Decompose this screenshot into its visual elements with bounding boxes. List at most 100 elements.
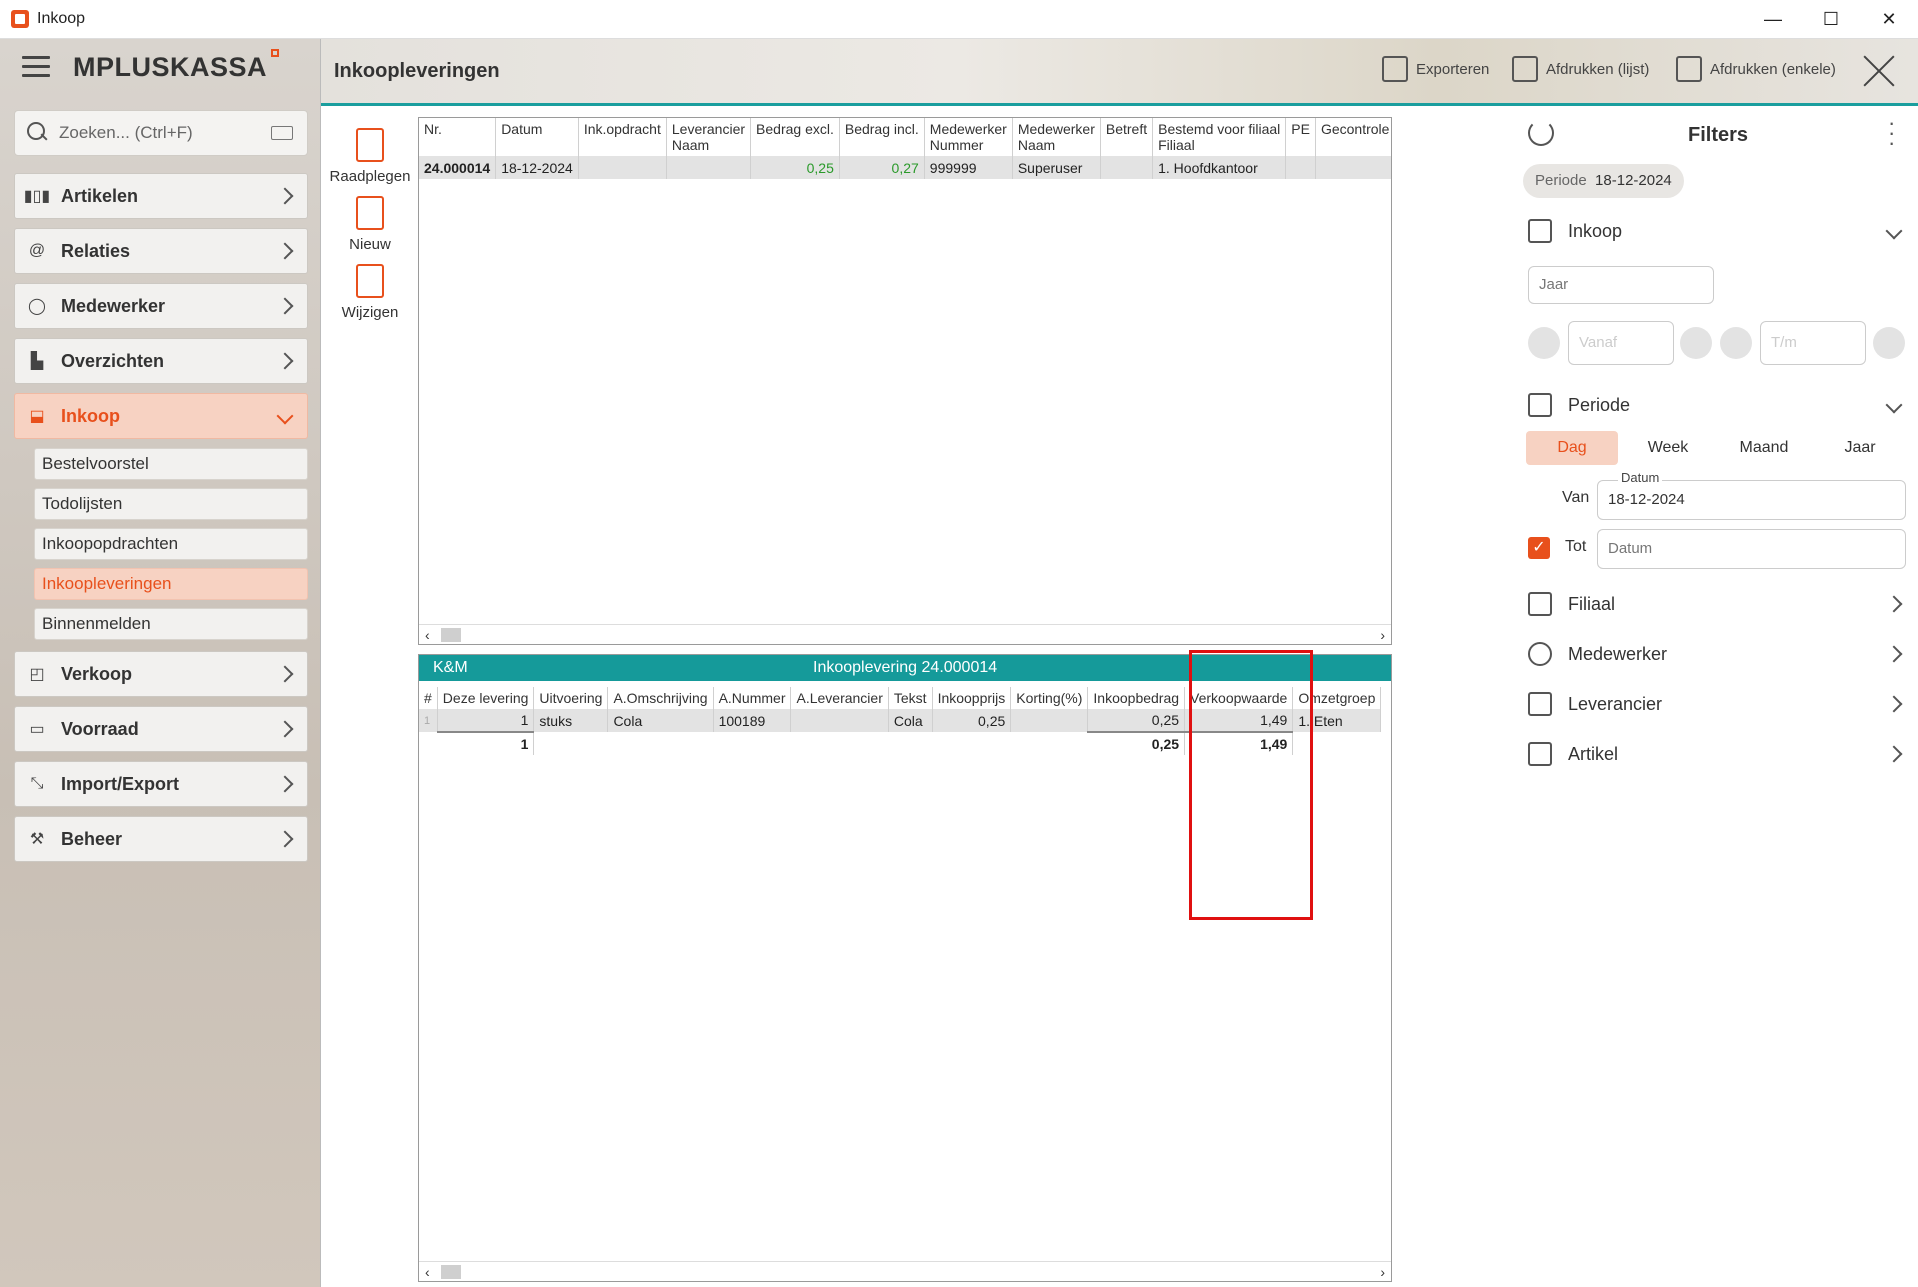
col-datum[interactable]: Datum [495, 118, 579, 156]
export-button[interactable]: Exporteren [1382, 56, 1489, 82]
col-inkopdracht[interactable]: Ink.opdracht [578, 118, 667, 156]
nav-inkoop[interactable]: ⬓ Inkoop [14, 393, 308, 439]
nav-overzichten[interactable]: ▙ Overzichten [14, 338, 308, 384]
decrement-from-button[interactable] [1528, 327, 1560, 359]
segment-maand[interactable]: Maand [1718, 431, 1810, 465]
col-inkoopprijs[interactable]: Inkoopprijs [932, 687, 1012, 709]
filter-inkoop[interactable]: Inkoop [1528, 219, 1906, 243]
segment-week[interactable]: Week [1622, 431, 1714, 465]
nav-beheer[interactable]: ⚒ Beheer [14, 816, 308, 862]
document-add-icon [356, 196, 384, 230]
scroll-thumb[interactable] [441, 628, 461, 642]
document-icon [356, 128, 384, 162]
van-label: Van [1562, 489, 1590, 506]
segment-jaar[interactable]: Jaar [1814, 431, 1906, 465]
calendar-icon [1528, 393, 1552, 417]
increment-from-button[interactable] [1680, 327, 1712, 359]
col-leverancier[interactable]: Leverancier Naam [666, 118, 752, 156]
year-input[interactable]: Jaar [1528, 266, 1714, 304]
subnav-binnenmelden[interactable]: Binnenmelden [34, 608, 308, 640]
col-index[interactable]: # [419, 687, 438, 709]
print-list-button[interactable]: Afdrukken (lijst) [1512, 56, 1649, 82]
new-button[interactable]: Nieuw [326, 196, 414, 253]
col-tekst[interactable]: Tekst [888, 687, 933, 709]
scroll-left-icon[interactable]: ‹ [425, 1264, 430, 1280]
archive-icon: ▭ [29, 721, 45, 738]
deliveries-grid: Nr. Datum Ink.opdracht Leverancier Naam B… [418, 117, 1392, 645]
col-uitvoering[interactable]: Uitvoering [533, 687, 609, 709]
filter-leverancier[interactable]: Leverancier [1528, 692, 1906, 716]
nav-artikelen[interactable]: ▮▯▮ Artikelen [14, 173, 308, 219]
horizontal-scrollbar[interactable]: ‹ › [419, 624, 1391, 644]
scroll-right-icon[interactable]: › [1380, 627, 1385, 643]
van-date-input[interactable]: 18-12-2024 [1597, 480, 1906, 520]
more-options-icon[interactable]: · · · [1888, 112, 1895, 154]
scroll-right-icon[interactable]: › [1380, 1264, 1385, 1280]
edit-button[interactable]: Wijzigen [326, 264, 414, 321]
user-icon: ◯ [28, 298, 46, 315]
inbox-icon: ⬓ [29, 408, 45, 425]
nav-relaties[interactable]: @ Relaties [14, 228, 308, 274]
chevron-right-icon [1885, 645, 1903, 663]
filter-filiaal[interactable]: Filiaal [1528, 592, 1906, 616]
nav-verkoop[interactable]: ◰ Verkoop [14, 651, 308, 697]
user-icon [1528, 642, 1552, 666]
export-icon [1382, 56, 1408, 82]
chevron-right-icon [276, 830, 294, 848]
col-medewerker-naam[interactable]: Medewerker Naam [1012, 118, 1101, 156]
col-bedrag-excl[interactable]: Bedrag excl. [750, 118, 840, 156]
nav-voorraad[interactable]: ▭ Voorraad [14, 706, 308, 752]
horizontal-scrollbar[interactable]: ‹ › [419, 1261, 1391, 1281]
logo: MPLUSKASSA [73, 49, 280, 83]
table-row[interactable]: 24.000014 18-12-2024 0,25 0,27 999999 Su… [419, 156, 1391, 179]
chevron-right-icon [276, 187, 294, 205]
col-gecontrole[interactable]: Gecontrole [1315, 118, 1391, 156]
tot-checkbox[interactable]: ✓ [1528, 537, 1550, 559]
minimize-button[interactable]: — [1744, 0, 1802, 39]
from-input[interactable]: Vanaf [1568, 321, 1674, 365]
filter-artikel[interactable]: Artikel [1528, 742, 1906, 766]
keyboard-icon[interactable] [271, 126, 293, 140]
close-page-icon[interactable] [1862, 54, 1896, 88]
subnav-inkoopopdrachten[interactable]: Inkoopopdrachten [34, 528, 308, 560]
search-input[interactable]: Zoeken... (Ctrl+F) [59, 123, 271, 143]
col-korting[interactable]: Korting(%) [1010, 687, 1089, 709]
col-bestemd[interactable]: Bestemd voor filiaal Filiaal [1152, 118, 1287, 156]
period-chip[interactable]: Periode 18-12-2024 [1523, 164, 1684, 198]
search-box[interactable]: Zoeken... (Ctrl+F) [14, 110, 308, 156]
subnav-bestelvoorstel[interactable]: Bestelvoorstel [34, 448, 308, 480]
view-button[interactable]: Raadplegen [326, 128, 414, 185]
to-input[interactable]: T/m [1760, 321, 1866, 365]
nav-import-export[interactable]: ⤡ Import/Export [14, 761, 308, 807]
col-deze-levering[interactable]: Deze levering [437, 687, 535, 709]
window-titlebar: Inkoop — ☐ ✕ [0, 0, 1918, 39]
col-pe[interactable]: PE [1285, 118, 1316, 156]
subnav-inkoopleveringen[interactable]: Inkoopleveringen [34, 568, 308, 600]
col-bedrag-incl[interactable]: Bedrag incl. [839, 118, 925, 156]
barcode-icon: ▮▯▮ [23, 188, 51, 205]
print-single-button[interactable]: Afdrukken (enkele) [1676, 56, 1836, 82]
col-omschrijving[interactable]: A.Omschrijving [607, 687, 714, 709]
scroll-thumb[interactable] [441, 1265, 461, 1279]
increment-to-button[interactable] [1873, 327, 1905, 359]
col-nr[interactable]: Nr. [419, 118, 497, 156]
col-inkoopbedrag[interactable]: Inkoopbedrag [1087, 687, 1186, 709]
decrement-to-button[interactable] [1720, 327, 1752, 359]
col-medewerker-nummer[interactable]: Medewerker Nummer [924, 118, 1013, 156]
close-window-button[interactable]: ✕ [1860, 0, 1918, 39]
maximize-button[interactable]: ☐ [1802, 0, 1860, 39]
tot-date-input[interactable]: Datum [1597, 529, 1906, 569]
col-nummer[interactable]: A.Nummer [713, 687, 792, 709]
refresh-icon[interactable] [1528, 120, 1554, 146]
nav-medewerker[interactable]: ◯ Medewerker [14, 283, 308, 329]
shopping-bag-icon: ◰ [29, 666, 45, 683]
col-a-leverancier[interactable]: A.Leverancier [790, 687, 889, 709]
scroll-left-icon[interactable]: ‹ [425, 627, 430, 643]
filter-periode[interactable]: Periode [1528, 393, 1906, 417]
col-betreft[interactable]: Betreft [1100, 118, 1154, 156]
filter-medewerker[interactable]: Medewerker [1528, 642, 1906, 666]
hamburger-menu-icon[interactable] [22, 56, 50, 78]
chevron-right-icon [276, 352, 294, 370]
subnav-todolijsten[interactable]: Todolijsten [34, 488, 308, 520]
segment-dag[interactable]: Dag [1526, 431, 1618, 465]
